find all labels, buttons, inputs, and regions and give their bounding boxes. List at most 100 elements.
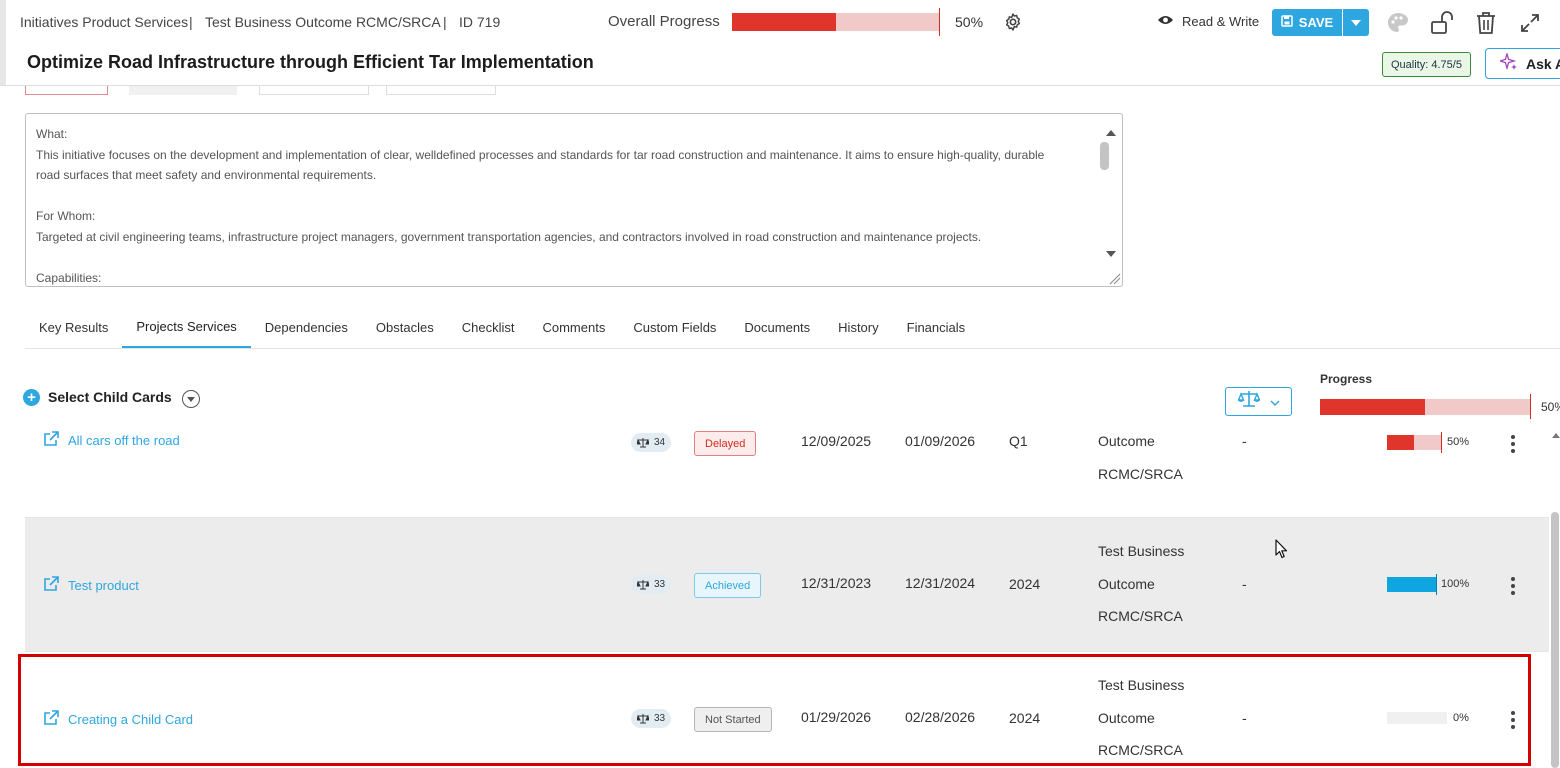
unlock-icon[interactable] — [1429, 10, 1455, 36]
weight-badge: 33 — [631, 575, 671, 594]
chevron-down-icon — [1270, 393, 1280, 411]
tab-obstacles[interactable]: Obstacles — [362, 306, 448, 348]
tab-documents[interactable]: Documents — [730, 306, 824, 348]
outcome-line: Test Business — [1098, 543, 1185, 559]
highlight-box — [18, 654, 1531, 766]
select-child-cards-label[interactable]: Select Child Cards — [48, 389, 172, 405]
row-menu-icon[interactable] — [1509, 577, 1517, 595]
weighting-button[interactable] — [1225, 387, 1292, 416]
row-menu-icon[interactable] — [1509, 435, 1517, 453]
palette-icon[interactable] — [1385, 10, 1411, 36]
children-progress-percent: 50% — [1541, 400, 1560, 414]
tab-financials[interactable]: Financials — [893, 306, 980, 348]
select-child-cards-dropdown[interactable] — [182, 390, 200, 408]
overall-progress-marker — [939, 8, 940, 36]
status-control[interactable] — [25, 86, 108, 95]
list-scroll-thumb[interactable] — [1551, 512, 1559, 768]
row-progress-marker — [1436, 574, 1437, 595]
tab-projects-services[interactable]: Projects Services — [122, 306, 251, 348]
child-card-link[interactable]: Test product — [43, 576, 139, 595]
quality-badge: Quality: 4.75/5 — [1382, 52, 1471, 77]
child-card-name: All cars off the road — [68, 433, 180, 448]
tab-key-results[interactable]: Key Results — [25, 306, 122, 348]
start-date: 12/09/2025 — [801, 433, 872, 449]
card-id: ID 719 — [459, 14, 501, 30]
breadcrumb-separator: | — [443, 14, 447, 30]
row-progress-percent: 50% — [1447, 436, 1470, 448]
status-badge: Achieved — [694, 573, 762, 598]
period: Q1 — [1009, 433, 1028, 449]
start-date: 12/31/2023 — [801, 575, 872, 591]
left-edge-strip — [0, 0, 6, 86]
weight-value: 34 — [653, 437, 666, 448]
children-progress-fill — [1320, 399, 1425, 415]
ask-ai-button[interactable]: Ask A — [1485, 48, 1560, 79]
description-text: What: This initiative focuses on the deve… — [36, 124, 1096, 286]
table-row[interactable]: All cars off the road 34 Delayed 12/09/2… — [25, 422, 1549, 518]
children-progress-label: Progress — [1320, 372, 1373, 386]
scale-icon — [636, 579, 649, 589]
start-date-control[interactable] — [259, 86, 369, 95]
row-progress-bar — [1387, 435, 1441, 450]
trash-icon[interactable] — [1473, 10, 1499, 36]
overall-progress-fill — [732, 13, 836, 31]
scroll-up-arrow-icon — [1106, 130, 1116, 136]
status-badge: Delayed — [694, 431, 757, 456]
description-line — [36, 247, 1096, 268]
sparkle-icon — [1497, 51, 1518, 74]
end-date: 12/31/2024 — [905, 575, 976, 591]
description-scrollbar[interactable] — [1100, 114, 1122, 286]
breadcrumb-parent[interactable]: Initiatives Product Services — [20, 14, 188, 30]
breadcrumb-separator: | — [189, 14, 193, 30]
scroll-up-arrow-icon — [1552, 433, 1560, 438]
save-button[interactable]: SAVE — [1272, 9, 1342, 36]
dash-cell: - — [1242, 433, 1247, 449]
tabs-divider — [25, 348, 1560, 349]
overall-progress-percent: 50% — [955, 14, 984, 30]
description-scroll-thumb[interactable] — [1100, 142, 1109, 170]
resize-grip-icon — [1109, 273, 1121, 285]
row-progress-percent: 100% — [1441, 578, 1470, 590]
description-line: This initiative focuses on the developme… — [36, 147, 1045, 162]
chevron-down-icon — [187, 396, 195, 402]
overall-progress-bar — [732, 13, 939, 31]
access-mode[interactable]: Read & Write — [1157, 14, 1259, 29]
tab-dependencies[interactable]: Dependencies — [251, 306, 362, 348]
children-progress-marker — [1530, 394, 1531, 419]
outcome-cell: Outcome RCMC/SRCA — [1098, 425, 1183, 490]
child-card-link[interactable]: All cars off the road — [43, 431, 180, 450]
tab-custom-fields[interactable]: Custom Fields — [619, 306, 730, 348]
end-date-control[interactable] — [386, 86, 496, 95]
tab-bar: Key Results Projects Services Dependenci… — [25, 306, 979, 348]
add-child-icon[interactable]: + — [23, 389, 40, 406]
period: 2024 — [1009, 576, 1041, 592]
table-row[interactable]: Test product 33 Achieved 12/31/2023 12/3… — [25, 518, 1549, 652]
tab-checklist[interactable]: Checklist — [448, 306, 529, 348]
external-link-icon — [43, 576, 59, 595]
tab-history[interactable]: History — [824, 306, 892, 348]
overall-progress-label: Overall Progress — [608, 13, 720, 30]
children-progress-bar — [1320, 399, 1530, 415]
mouse-cursor-icon — [1275, 539, 1288, 564]
scale-icon — [1236, 390, 1261, 413]
expand-icon[interactable] — [1517, 10, 1543, 36]
description-line: What: — [36, 127, 68, 141]
description-line: road surfaces that meet safety and envir… — [36, 168, 377, 182]
caret-down-icon — [1351, 19, 1361, 26]
tab-comments[interactable]: Comments — [528, 306, 619, 348]
description-line: For Whom: — [36, 209, 96, 223]
save-dropdown-button[interactable] — [1343, 9, 1369, 36]
description-textarea[interactable]: What: This initiative focuses on the deve… — [25, 113, 1123, 287]
outcome-cell: Test Business Outcome RCMC/SRCA — [1098, 535, 1184, 633]
row-progress-bar — [1387, 577, 1436, 592]
save-button-label: SAVE — [1298, 15, 1334, 30]
breadcrumb-outcome[interactable]: Test Business Outcome RCMC/SRCA — [205, 14, 441, 30]
owner-control[interactable] — [129, 86, 237, 95]
weight-badge: 34 — [631, 433, 671, 452]
breadcrumb: Initiatives Product Services — [20, 14, 188, 30]
external-link-icon — [43, 431, 59, 450]
ask-ai-label: Ask A — [1526, 55, 1560, 72]
description-line: Capabilities: — [36, 270, 102, 285]
settings-gear-icon[interactable] — [1000, 9, 1026, 35]
row-progress-marker — [1441, 432, 1442, 453]
